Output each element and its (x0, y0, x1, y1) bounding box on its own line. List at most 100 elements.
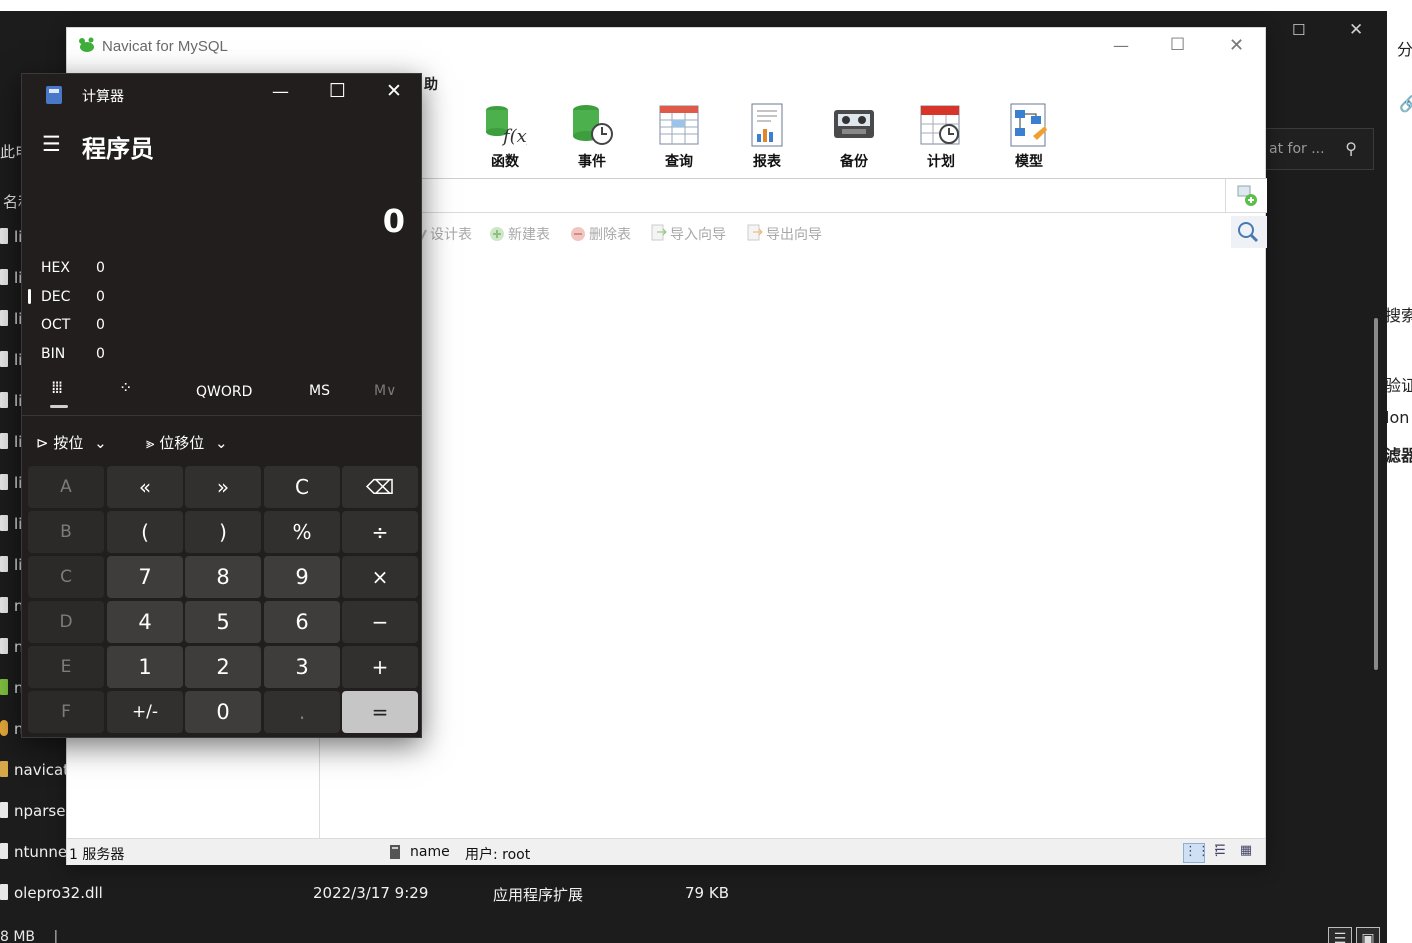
er-diagram-view-icon[interactable]: ▦ (1235, 843, 1257, 863)
file-row[interactable]: li (0, 433, 22, 455)
file-row[interactable]: li (0, 474, 22, 496)
file-name: olepro32.dll (14, 884, 103, 902)
key-c-hex[interactable]: C (28, 556, 104, 598)
maximize-icon[interactable]: ☐ (1170, 35, 1185, 55)
object-search-button[interactable] (1231, 216, 1267, 248)
key-0[interactable]: 0 (185, 691, 261, 733)
key-negate[interactable]: +/- (107, 691, 183, 733)
file-row[interactable]: n (0, 597, 24, 619)
key-shift-left[interactable]: « (107, 466, 183, 508)
key-9[interactable]: 9 (264, 556, 340, 598)
key-2[interactable]: 2 (185, 646, 261, 688)
large-icons-view-icon[interactable]: ▣ (1356, 927, 1380, 943)
bitshift-dropdown[interactable]: ⪢ 位移位 ⌄ (146, 432, 228, 453)
explorer-search-box[interactable]: at for ... ⚲ (1262, 128, 1374, 170)
new-table-button[interactable]: 新建表 (489, 224, 550, 244)
file-row[interactable]: navicat (0, 761, 69, 783)
key-clear[interactable]: C (264, 466, 340, 508)
memory-recall-button[interactable]: M∨ (374, 383, 396, 399)
radix-oct[interactable]: OCT 0 (41, 317, 105, 333)
toolbar-backup[interactable]: 备份 (824, 102, 884, 171)
export-icon (747, 224, 763, 241)
toolbar-label: 查询 (665, 154, 693, 170)
search-icon: ⚲ (1345, 139, 1357, 158)
key-modulo[interactable]: % (264, 511, 340, 553)
bitwise-dropdown[interactable]: ⊳ 按位 ⌄ (36, 432, 107, 453)
key-e[interactable]: E (28, 646, 104, 688)
key-b[interactable]: B (28, 511, 104, 553)
file-row[interactable]: li (0, 228, 22, 250)
key-decimal[interactable]: . (264, 691, 340, 733)
list-view-icon[interactable]: ⋮⋮⋮ (1183, 843, 1223, 863)
toolbar-schedule[interactable]: 计划 (911, 102, 971, 171)
file-row[interactable]: nparser (0, 802, 72, 824)
key-subtract[interactable]: − (342, 601, 418, 643)
file-row[interactable]: li (0, 310, 22, 332)
word-size-button[interactable]: QWORD (196, 384, 252, 400)
calculator-divider (22, 415, 421, 416)
key-4[interactable]: 4 (107, 601, 183, 643)
key-1[interactable]: 1 (107, 646, 183, 688)
radix-dec[interactable]: DEC 0 (41, 289, 105, 305)
key-equals[interactable]: = (342, 691, 418, 733)
key-open-paren[interactable]: ( (107, 511, 183, 553)
close-icon[interactable]: ✕ (386, 80, 402, 102)
minimize-icon[interactable]: — (1113, 36, 1129, 55)
selection-size: 8 MB (0, 929, 36, 943)
file-row[interactable]: n (0, 720, 24, 742)
design-table-button[interactable]: 设计表 (419, 224, 472, 244)
file-icon (0, 228, 8, 244)
key-divide[interactable]: ÷ (342, 511, 418, 553)
key-5[interactable]: 5 (185, 601, 261, 643)
file-row[interactable]: li (0, 351, 22, 373)
navicat-titlebar[interactable]: Navicat for MySQL — ☐ ✕ (67, 28, 1265, 66)
hamburger-menu-icon[interactable]: ☰ (42, 132, 61, 156)
file-row[interactable]: n (0, 638, 24, 660)
model-icon (1007, 102, 1051, 148)
file-row[interactable]: n (0, 679, 24, 701)
key-6[interactable]: 6 (264, 601, 340, 643)
toolbar-model[interactable]: 模型 (999, 102, 1059, 171)
close-icon[interactable]: ✕ (1229, 35, 1244, 56)
toolbar-query[interactable]: 查询 (649, 102, 709, 171)
import-wizard-button[interactable]: 导入向导 (651, 224, 726, 244)
backspace-icon[interactable]: ⌫ (342, 466, 418, 508)
key-close-paren[interactable]: ) (185, 511, 261, 553)
key-f[interactable]: F (28, 691, 104, 733)
minimize-icon[interactable]: — (272, 82, 289, 102)
scrollbar[interactable] (1374, 318, 1378, 670)
function-icon: f(x) (483, 102, 534, 148)
export-wizard-button[interactable]: 导出向导 (747, 224, 822, 244)
radix-bin[interactable]: BIN 0 (41, 346, 105, 362)
svg-text:f(x): f(x) (501, 126, 527, 147)
key-shift-right[interactable]: » (185, 466, 261, 508)
detail-view-icon[interactable]: ☰ (1209, 843, 1231, 863)
key-multiply[interactable]: × (342, 556, 418, 598)
close-icon[interactable]: ✕ (1349, 20, 1363, 40)
file-row[interactable]: li (0, 515, 22, 537)
key-d[interactable]: D (28, 601, 104, 643)
bit-toggle-keypad-icon[interactable]: ⁘ (119, 378, 132, 397)
delete-table-button[interactable]: 删除表 (570, 224, 631, 244)
maximize-icon[interactable]: ☐ (329, 80, 346, 102)
file-row[interactable]: ntunnel (0, 843, 71, 865)
file-row[interactable]: li (0, 392, 22, 414)
maximize-icon[interactable]: ☐ (1292, 21, 1305, 39)
key-7[interactable]: 7 (107, 556, 183, 598)
radix-hex[interactable]: HEX 0 (41, 260, 105, 276)
memory-store-button[interactable]: MS (309, 383, 330, 399)
menu-help[interactable]: 助 (424, 74, 438, 94)
toolbar-function[interactable]: f(x) 函数 (475, 102, 535, 171)
key-8[interactable]: 8 (185, 556, 261, 598)
toolbar-event[interactable]: 事件 (562, 102, 622, 171)
full-keypad-icon[interactable]: ⁞⁞⁞ (51, 378, 63, 398)
toolbar-report[interactable]: 报表 (737, 102, 797, 171)
new-object-tab-button[interactable] (1225, 179, 1267, 213)
file-row-olepro32[interactable]: olepro32.dll 2022/3/17 9:29 应用程序扩展 79 KB (0, 884, 760, 906)
key-a[interactable]: A (28, 466, 104, 508)
details-view-icon[interactable]: ☰ (1328, 927, 1352, 943)
key-3[interactable]: 3 (264, 646, 340, 688)
file-row[interactable]: li (0, 269, 22, 291)
file-row[interactable]: li (0, 556, 22, 578)
key-add[interactable]: + (342, 646, 418, 688)
